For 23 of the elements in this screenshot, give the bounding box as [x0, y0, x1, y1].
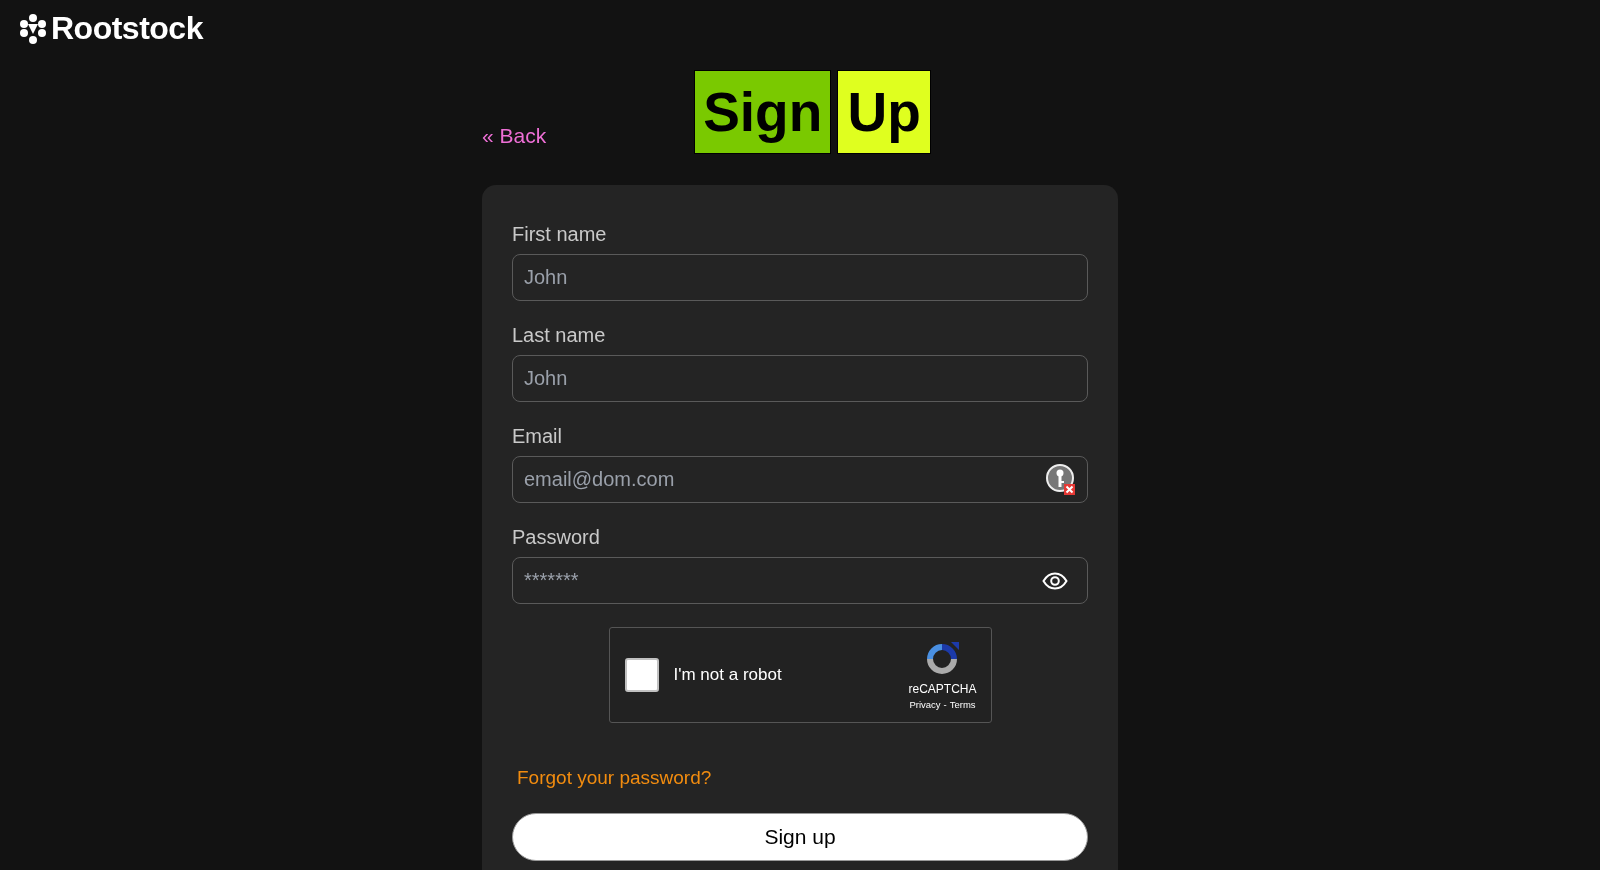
eye-icon[interactable] — [1042, 571, 1068, 590]
back-link[interactable]: « Back — [482, 124, 547, 148]
sign-up-button[interactable]: Sign up — [512, 813, 1088, 861]
link-separator: - — [943, 699, 947, 710]
captcha-label: I'm not a robot — [673, 665, 783, 685]
input-field[interactable]: John — [512, 254, 1088, 301]
captcha-checkbox[interactable] — [624, 658, 659, 692]
logo-icon — [18, 13, 48, 44]
title-word: Sign — [694, 70, 832, 154]
field-label: Password — [512, 526, 601, 549]
key-icon[interactable] — [1046, 463, 1076, 496]
input-field[interactable]: John — [512, 355, 1088, 402]
title-word: Up — [837, 70, 932, 154]
field-label: Last name — [512, 324, 607, 347]
privacy-link[interactable]: Privacy — [909, 699, 941, 710]
input-field[interactable]: email@dom.com — [512, 456, 1088, 503]
field-label: Email — [512, 425, 563, 448]
terms-link[interactable]: Terms — [949, 699, 976, 710]
forgot-password-link[interactable]: Forgot your password? — [517, 767, 712, 789]
input-field[interactable]: ******* — [512, 557, 1088, 604]
field-label: First name — [512, 223, 608, 246]
brand-name: Rootstock — [51, 10, 203, 47]
recaptcha-label: reCAPTCHA — [908, 682, 977, 696]
